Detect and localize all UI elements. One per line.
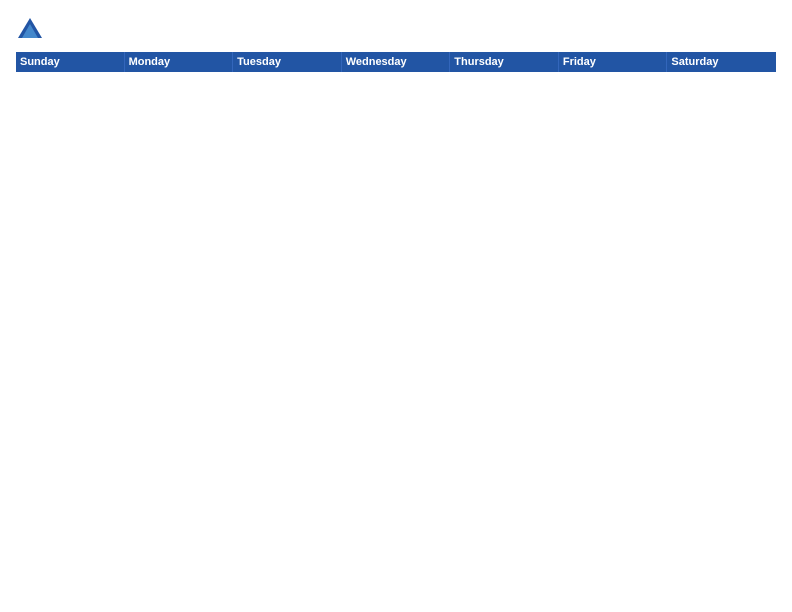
header-day-sunday: Sunday (16, 52, 125, 72)
header-day-monday: Monday (125, 52, 234, 72)
calendar-header: SundayMondayTuesdayWednesdayThursdayFrid… (16, 52, 776, 72)
header-day-saturday: Saturday (667, 52, 776, 72)
logo (16, 16, 48, 44)
calendar: SundayMondayTuesdayWednesdayThursdayFrid… (16, 52, 776, 602)
header-day-wednesday: Wednesday (342, 52, 451, 72)
page: SundayMondayTuesdayWednesdayThursdayFrid… (0, 0, 792, 612)
header (16, 16, 776, 44)
calendar-body (16, 72, 776, 602)
logo-icon (16, 16, 44, 44)
header-day-tuesday: Tuesday (233, 52, 342, 72)
header-day-friday: Friday (559, 52, 668, 72)
header-day-thursday: Thursday (450, 52, 559, 72)
